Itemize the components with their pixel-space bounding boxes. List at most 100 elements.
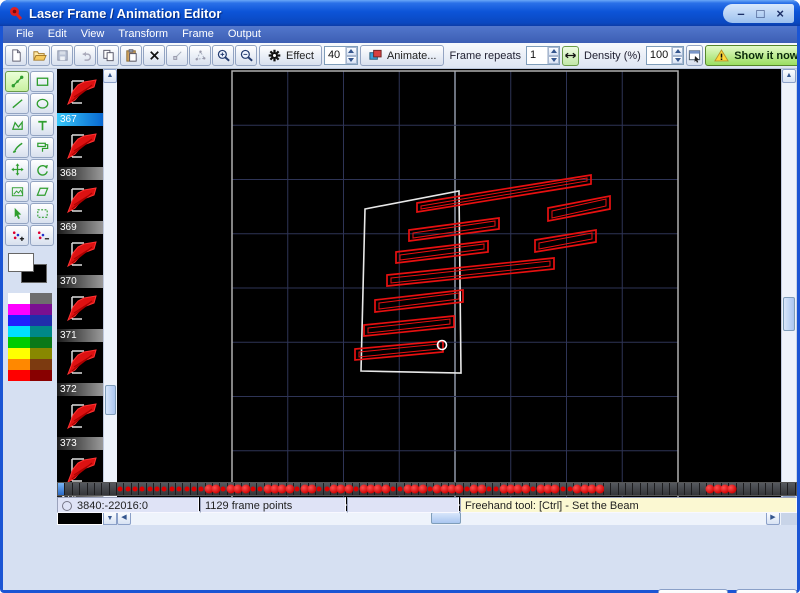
timeline-cell-1[interactable] — [65, 483, 72, 495]
palette-color-6e6e6e[interactable] — [30, 293, 52, 304]
frame-thumbnail[interactable] — [58, 73, 102, 113]
spin-down-icon[interactable] — [548, 56, 559, 65]
zoom-out-button[interactable] — [235, 45, 257, 66]
timeline-cell-12[interactable] — [147, 483, 154, 495]
frame-item-373[interactable]: 373 — [57, 397, 103, 450]
palette-color-7a1090[interactable] — [30, 304, 52, 315]
frame-item-371[interactable]: 371 — [57, 289, 103, 342]
effect-button[interactable]: Effect — [259, 45, 322, 66]
skew-tool[interactable] — [30, 181, 54, 202]
timeline-cell-18[interactable] — [191, 483, 198, 495]
timeline-cell-78[interactable] — [633, 483, 640, 495]
timeline-cell-54[interactable] — [456, 483, 463, 495]
remove-points-tool[interactable] — [30, 225, 54, 246]
timeline-cell-25[interactable] — [242, 483, 249, 495]
palette-color-888800[interactable] — [30, 348, 52, 359]
timeline-cell-0[interactable] — [58, 483, 65, 495]
timeline-cell-16[interactable] — [176, 483, 183, 495]
spin-down-icon[interactable] — [672, 56, 683, 65]
palette-color-880000[interactable] — [30, 370, 52, 381]
timeline-cell-84[interactable] — [678, 483, 685, 495]
frame-item-372[interactable]: 372 — [57, 343, 103, 396]
timeline-cell-81[interactable] — [655, 483, 662, 495]
timeline-cell-13[interactable] — [154, 483, 161, 495]
timeline-cell-80[interactable] — [648, 483, 655, 495]
menu-item-edit[interactable]: Edit — [41, 26, 74, 43]
timeline-cell-79[interactable] — [641, 483, 648, 495]
frame-thumbnail[interactable] — [58, 235, 102, 275]
foreground-color-swatch[interactable] — [8, 253, 34, 272]
timeline-cell-73[interactable] — [596, 483, 603, 495]
timeline-cell-49[interactable] — [419, 483, 426, 495]
palette-color-202eaa[interactable] — [30, 315, 52, 326]
timeline-cell-11[interactable] — [139, 483, 146, 495]
timeline-cell-34[interactable] — [309, 483, 316, 495]
timeline-cell-6[interactable] — [102, 483, 109, 495]
effect-value-spinner[interactable]: 40 — [324, 46, 358, 65]
menu-item-transform[interactable]: Transform — [111, 26, 175, 43]
select-tool[interactable] — [5, 203, 29, 224]
save-button[interactable] — [51, 45, 73, 66]
ellipse-tool[interactable] — [30, 93, 54, 114]
timeline-cell-17[interactable] — [183, 483, 190, 495]
zoom-in-button[interactable] — [212, 45, 234, 66]
timeline-cell-2[interactable] — [73, 483, 80, 495]
canvas-vertical-scrollbar[interactable]: ▲ ▼ — [781, 69, 796, 511]
scroll-up-icon[interactable]: ▲ — [103, 69, 117, 83]
timeline-cell-95[interactable] — [759, 483, 766, 495]
scroll-up-icon[interactable]: ▲ — [782, 69, 796, 83]
maximize-button[interactable]: □ — [757, 5, 765, 22]
properties-button[interactable] — [686, 45, 703, 66]
frame-thumbnail[interactable] — [58, 397, 102, 437]
timeline-cell-96[interactable] — [766, 483, 773, 495]
timeline-cell-76[interactable] — [619, 483, 626, 495]
frame-list-scrollbar[interactable]: ▲ ▼ — [103, 69, 117, 511]
frame-item-368[interactable]: 368 — [57, 127, 103, 180]
drawing-canvas[interactable] — [117, 69, 781, 511]
menu-item-frame[interactable]: Frame — [175, 26, 221, 43]
spin-down-icon[interactable] — [346, 56, 357, 65]
timeline-cell-63[interactable] — [523, 483, 530, 495]
timeline-cell-4[interactable] — [88, 483, 95, 495]
palette-color-7c3a10[interactable] — [30, 359, 52, 370]
timeline-cell-82[interactable] — [663, 483, 670, 495]
palette-color-00cc00[interactable] — [8, 337, 30, 348]
timeline-cell-92[interactable] — [737, 483, 744, 495]
scrollbar-thumb[interactable] — [105, 385, 116, 415]
timeline-cell-26[interactable] — [250, 483, 257, 495]
roller-tool[interactable] — [30, 137, 54, 158]
cancel-button[interactable]: Cancel — [736, 589, 797, 593]
timeline-cell-85[interactable] — [685, 483, 692, 495]
new-button[interactable] — [5, 45, 27, 66]
close-button[interactable]: × — [776, 5, 784, 22]
palette-color-2020ff[interactable] — [8, 315, 30, 326]
frame-item-367[interactable]: 367 — [57, 73, 103, 126]
frame-thumbnail[interactable] — [58, 289, 102, 329]
open-button[interactable] — [28, 45, 50, 66]
timeline-cell-35[interactable] — [316, 483, 323, 495]
move-tool[interactable] — [5, 159, 29, 180]
timeline-cell-45[interactable] — [390, 483, 397, 495]
frame-thumbnail[interactable] — [58, 127, 102, 167]
timeline-cell-31[interactable] — [287, 483, 294, 495]
text-tool[interactable] — [30, 115, 54, 136]
timeline-cell-77[interactable] — [626, 483, 633, 495]
timeline-cell-93[interactable] — [744, 483, 751, 495]
swap-direction-button[interactable] — [562, 46, 579, 66]
timeline-cell-58[interactable] — [486, 483, 493, 495]
palette-color-00e0ff[interactable] — [8, 326, 30, 337]
timeline-cell-91[interactable] — [729, 483, 736, 495]
frame-repeats-spinner[interactable]: 1 — [526, 46, 560, 65]
spin-up-icon[interactable] — [346, 47, 357, 56]
timeline-cell-74[interactable] — [604, 483, 611, 495]
frame-thumbnail[interactable] — [58, 343, 102, 383]
palette-color-ffff00[interactable] — [8, 348, 30, 359]
timeline-cell-8[interactable] — [117, 483, 124, 495]
timeline-cell-67[interactable] — [552, 483, 559, 495]
title-bar[interactable]: Laser Frame / Animation Editor – □ × — [0, 0, 800, 26]
timeline-cell-94[interactable] — [751, 483, 758, 495]
palette-color-ffffff[interactable] — [8, 293, 30, 304]
timeline-cell-5[interactable] — [95, 483, 102, 495]
optimize-points-button[interactable] — [189, 45, 211, 66]
marquee-tool[interactable] — [30, 203, 54, 224]
